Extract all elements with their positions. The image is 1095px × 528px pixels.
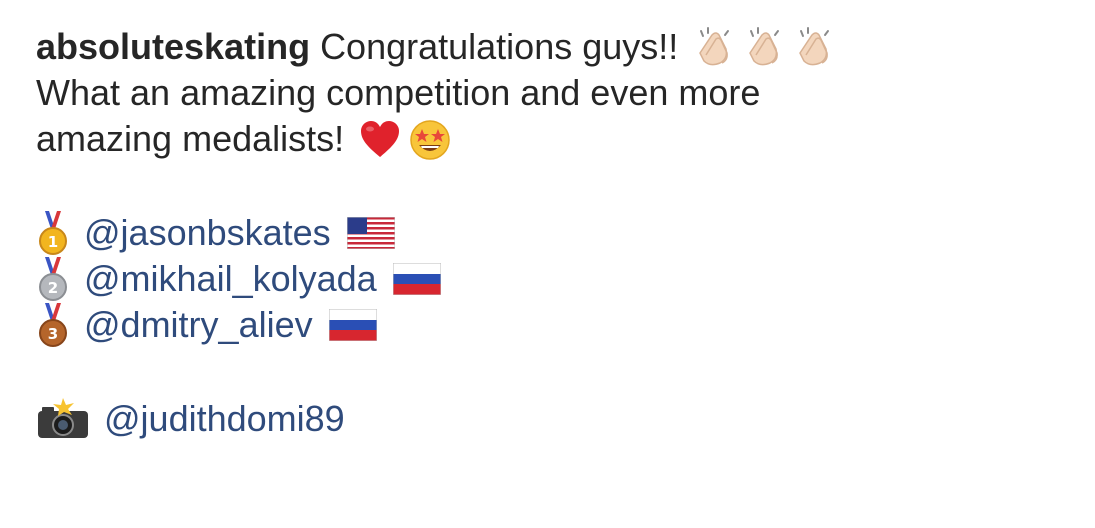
medalist-handle-link[interactable]: @dmitry_aliev [84, 302, 313, 348]
silver-medal-icon: 2 [36, 255, 70, 303]
caption-text: amazing medalists! [36, 118, 345, 159]
camera-with-flash-icon [36, 398, 90, 440]
clapping-hands-icon [792, 25, 836, 69]
photo-credit-row: @judithdomi89 [36, 396, 1066, 442]
svg-text:1: 1 [48, 233, 58, 251]
medalist-row: 2 @mikhail_kolyada [36, 256, 1066, 302]
medalist-row: 1 @jasonbskates [36, 210, 1066, 256]
svg-text:2: 2 [48, 279, 58, 297]
gold-medal-icon: 1 [36, 209, 70, 257]
caption-line-2: What an amazing competition and even mor… [36, 70, 1066, 116]
post-caption: absoluteskating Congratulations guys!! W… [36, 24, 1066, 442]
caption-line-1: absoluteskating Congratulations guys!! [36, 24, 1066, 70]
photographer-handle-link[interactable]: @judithdomi89 [104, 396, 345, 442]
russia-flag-icon [392, 263, 441, 295]
bronze-medal-icon: 3 [36, 301, 70, 349]
clapping-hands-icon [742, 25, 786, 69]
caption-text: Congratulations guys!! [320, 26, 679, 67]
star-struck-face-icon [408, 117, 452, 161]
medalist-row: 3 @dmitry_aliev [36, 302, 1066, 348]
usa-flag-icon [346, 217, 395, 249]
svg-text:3: 3 [48, 325, 58, 343]
red-heart-icon [358, 117, 402, 161]
russia-flag-icon [328, 309, 377, 341]
username-link[interactable]: absoluteskating [36, 24, 310, 70]
caption-text: What an amazing competition and even mor… [36, 72, 761, 113]
medalist-handle-link[interactable]: @jasonbskates [84, 210, 331, 256]
clapping-hands-icon [692, 25, 736, 69]
medalist-handle-link[interactable]: @mikhail_kolyada [84, 256, 377, 302]
caption-line-3: amazing medalists! [36, 116, 1066, 162]
